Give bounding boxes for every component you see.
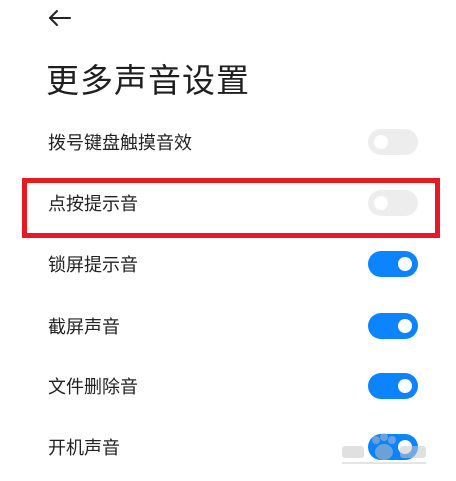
setting-row-screenshot-sound[interactable]: 截屏声音 [0,298,456,354]
toggle-knob [398,440,412,454]
toggle-switch[interactable] [368,373,418,399]
toggle-switch[interactable] [368,129,418,155]
back-button[interactable] [46,6,74,30]
sound-settings-page: 更多声音设置 拨号键盘触摸音效 点按提示音 锁屏提示音 截屏声音 文件删除音 开… [0,0,456,481]
page-title: 更多声音设置 [46,61,250,100]
setting-row-boot-sound[interactable]: 开机声音 [0,419,456,475]
setting-label: 文件删除音 [48,377,138,398]
setting-label: 开机声音 [48,438,120,459]
setting-row-lock-screen-sound[interactable]: 锁屏提示音 [0,236,456,292]
toggle-knob [374,196,388,210]
toggle-switch[interactable] [368,190,418,216]
toggle-knob [398,379,412,393]
arrow-left-icon [49,10,71,26]
toggle-knob [398,319,412,333]
setting-label: 锁屏提示音 [48,255,138,276]
setting-row-tap-sound[interactable]: 点按提示音 [0,175,456,231]
setting-label: 点按提示音 [48,194,138,215]
setting-label: 拨号键盘触摸音效 [48,133,192,154]
toggle-knob [398,257,412,271]
toggle-switch[interactable] [368,434,418,460]
setting-row-file-delete-sound[interactable]: 文件删除音 [0,358,456,414]
toggle-switch[interactable] [368,313,418,339]
setting-label: 截屏声音 [48,317,120,338]
toggle-switch[interactable] [368,251,418,277]
setting-row-dialpad-touch-sound[interactable]: 拨号键盘触摸音效 [0,114,456,170]
toggle-knob [374,135,388,149]
